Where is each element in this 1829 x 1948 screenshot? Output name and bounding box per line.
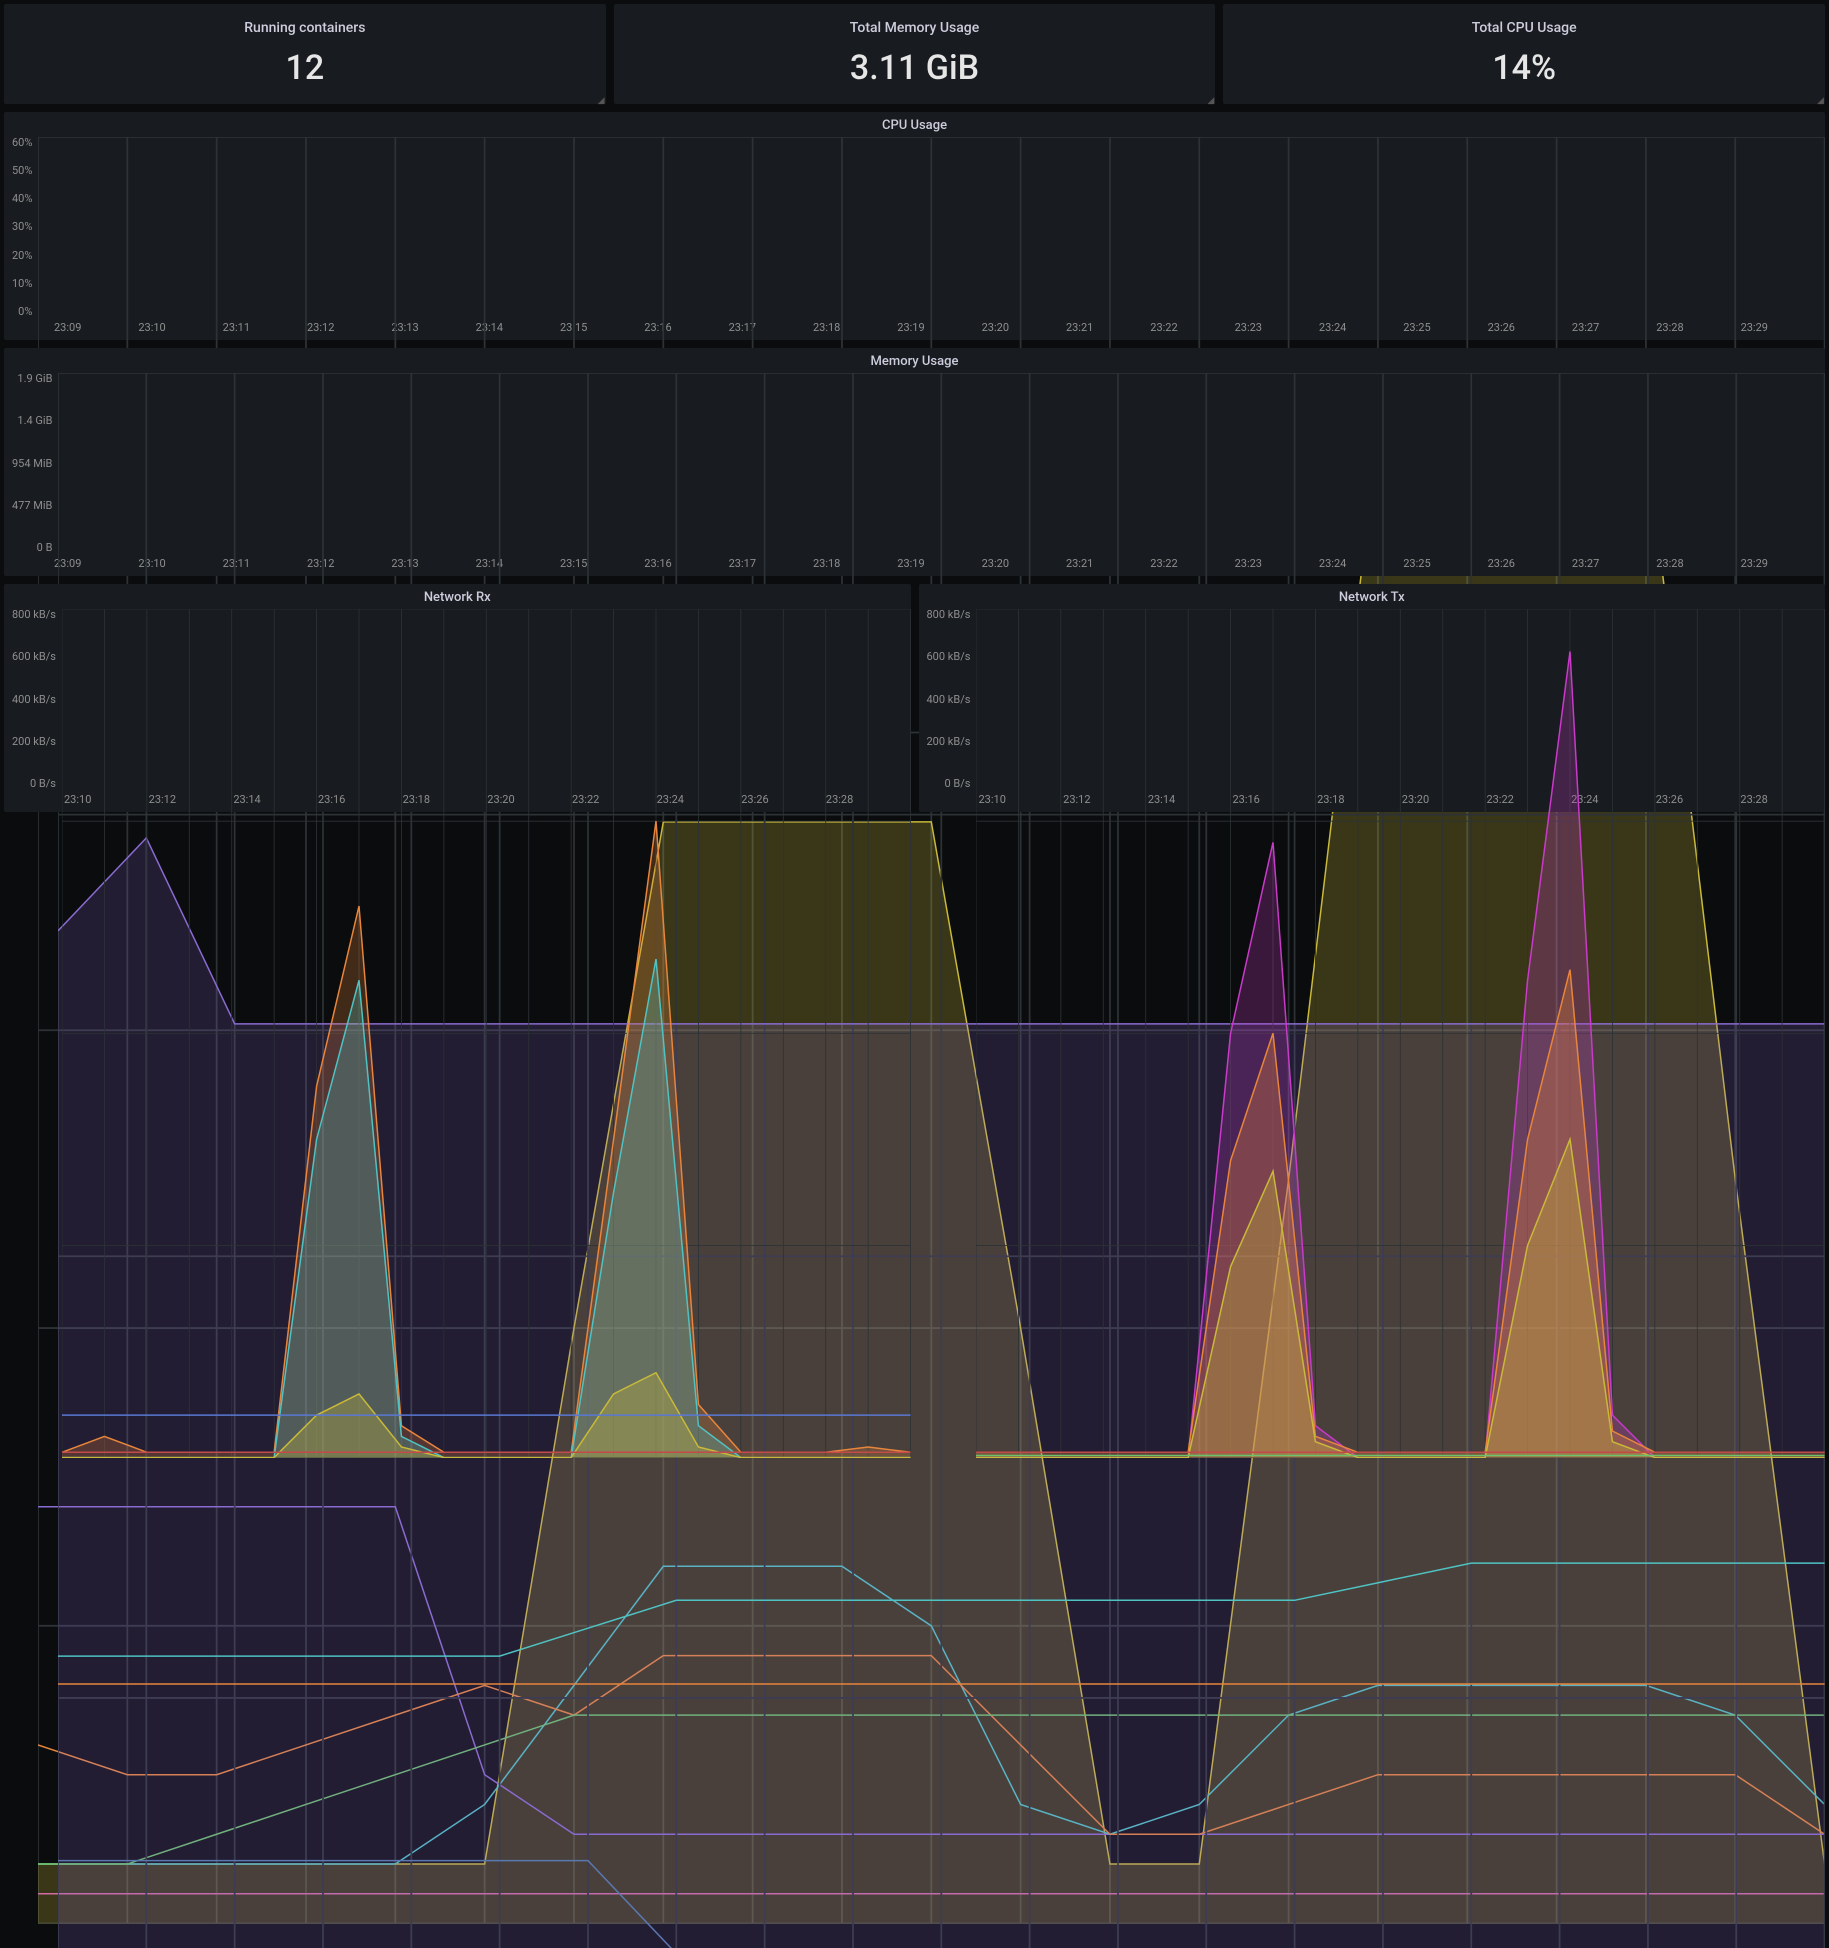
stats-row: Running containers 12 ◢ Total Memory Usa… <box>4 4 1825 104</box>
stat-total-cpu[interactable]: Total CPU Usage 14% ◢ <box>1223 4 1825 104</box>
stat-total-memory[interactable]: Total Memory Usage 3.11 GiB ◢ <box>614 4 1216 104</box>
resize-handle-icon[interactable]: ◢ <box>1207 96 1215 104</box>
panel-cpu-usage[interactable]: CPU Usage 60%50%40%30%20%10%0% 23:0923:1… <box>4 112 1825 340</box>
stat-title: Running containers <box>244 20 365 36</box>
panel-title: Network Rx <box>4 584 911 609</box>
y-axis: 60%50%40%30%20%10%0% <box>4 137 38 317</box>
resize-handle-icon[interactable]: ◢ <box>598 96 606 104</box>
panel-title: CPU Usage <box>4 112 1825 137</box>
stat-title: Total CPU Usage <box>1472 20 1577 36</box>
resize-handle-icon[interactable]: ◢ <box>1817 96 1825 104</box>
panel-title: Network Tx <box>919 584 1826 609</box>
stat-value: 3.11 GiB <box>850 48 979 88</box>
stat-title: Total Memory Usage <box>850 20 979 36</box>
panel-title: Memory Usage <box>4 348 1825 373</box>
y-axis: 1.9 GiB1.4 GiB954 MiB477 MiB0 B <box>4 373 58 553</box>
chart-plot[interactable] <box>976 609 1825 1458</box>
y-axis: 800 kB/s600 kB/s400 kB/s200 kB/s0 B/s <box>919 609 977 789</box>
chart-plot[interactable] <box>62 609 911 1458</box>
stat-running-containers[interactable]: Running containers 12 ◢ <box>4 4 606 104</box>
stat-value: 12 <box>286 48 325 88</box>
panel-memory-usage[interactable]: Memory Usage 1.9 GiB1.4 GiB954 MiB477 Mi… <box>4 348 1825 576</box>
dashboard: Running containers 12 ◢ Total Memory Usa… <box>0 0 1829 816</box>
stat-value: 14% <box>1492 48 1556 88</box>
panel-network-rx[interactable]: Network Rx 800 kB/s600 kB/s400 kB/s200 k… <box>4 584 911 812</box>
panel-network-tx[interactable]: Network Tx 800 kB/s600 kB/s400 kB/s200 k… <box>919 584 1826 812</box>
y-axis: 800 kB/s600 kB/s400 kB/s200 kB/s0 B/s <box>4 609 62 789</box>
